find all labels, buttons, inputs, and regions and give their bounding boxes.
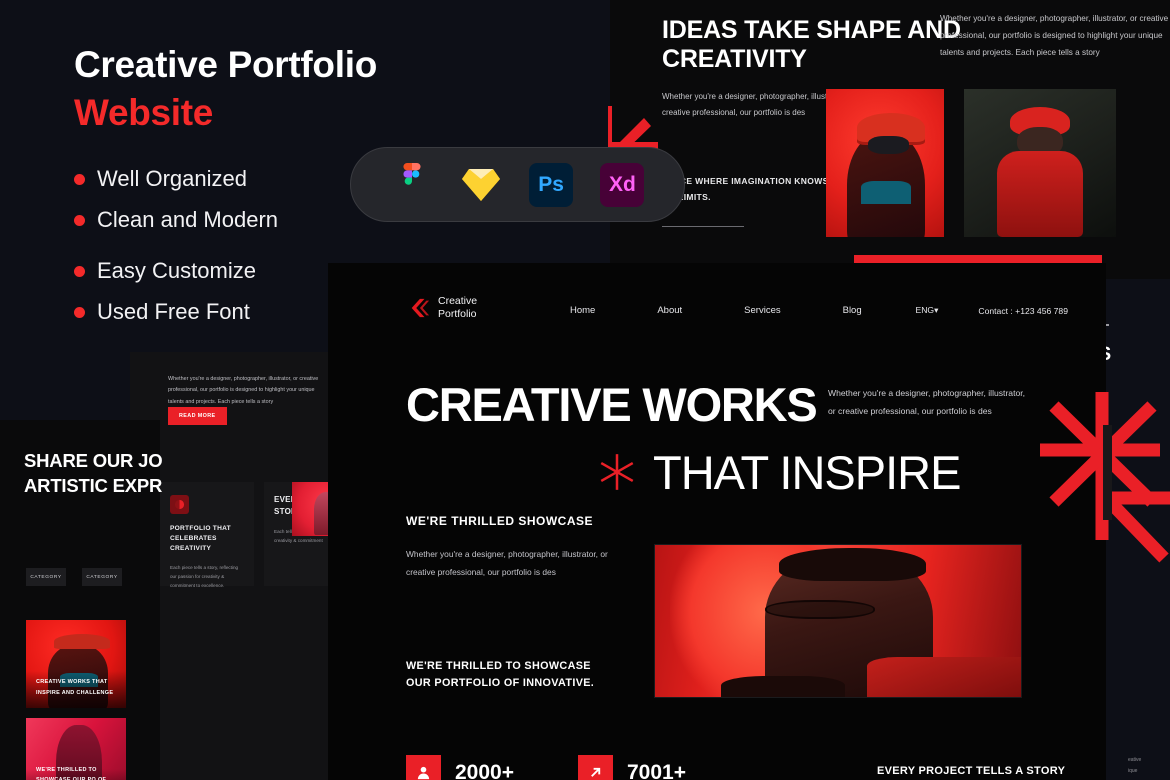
text-fragment-edge: eative ique (1128, 757, 1142, 774)
logo-mark-icon (411, 299, 430, 318)
logo-text: Creative Portfolio (438, 295, 477, 322)
adobe-xd-icon[interactable]: Xd (600, 162, 645, 207)
asterisk-icon (600, 454, 634, 490)
promo-title-line2: Website (74, 92, 214, 133)
portfolio-card[interactable]: WE'RE THRILLED TO SHOWCASE OUR PO OF INN… (26, 718, 126, 780)
nav-item-services[interactable]: Services (744, 305, 780, 316)
promo-feature-label: Easy Customize (97, 258, 256, 283)
panel-share-journey: SHARE OUR JO ARTISTIC EXPR CATEGORY CATEG… (0, 420, 163, 780)
bottom-caption: EVERY PROJECT TELLS A STORY (877, 765, 1066, 777)
section-label: WE'RE THRILLED SHOWCASE (406, 514, 594, 528)
bullet-icon (74, 214, 85, 226)
website-mockup: Creative Portfolio Home About Services B… (328, 263, 1106, 780)
panel-caps-text: SPACE WHERE IMAGINATION KNOWS NO LIMITS. (662, 176, 829, 202)
promo-feature-label: Clean and Modern (97, 207, 279, 232)
category-tag[interactable]: CATEGORY (26, 568, 66, 586)
panel-heading: SHARE OUR JO ARTISTIC EXPR (24, 449, 214, 498)
bullet-icon (74, 306, 85, 318)
stats-row: 2000+ 7001+ (406, 755, 750, 780)
stat-item: 2000+ (406, 755, 514, 780)
panel-ideas-take-shape: IDEAS TAKE SHAPE AND CREATIVITY Whether … (610, 0, 1170, 279)
hero-heading-line2: THAT INSPIRE (653, 446, 961, 499)
logo[interactable]: Creative Portfolio (408, 295, 477, 322)
hero-portrait-image (654, 544, 1022, 698)
list-item: Clean and Modern (74, 207, 374, 233)
nav-item-home[interactable]: Home (570, 305, 595, 316)
app-compatibility-pill: Ps Xd (350, 147, 685, 222)
promo-feature-label: Used Free Font (97, 299, 250, 324)
heading-line1: SHARE OUR JO (24, 450, 163, 471)
stat-item: 7001+ (577, 755, 686, 780)
user-icon (406, 755, 441, 780)
poster-canvas: Creative Portfolio Website Well Organize… (0, 0, 1170, 780)
figma-icon[interactable] (391, 162, 433, 206)
arrow-up-right-icon (577, 755, 613, 780)
bullet-icon (74, 173, 85, 185)
card-caption: CREATIVE WORKS THAT INSPIRE AND CHALLENG… (36, 679, 114, 696)
contact-text[interactable]: Contact : +123 456 789 (978, 306, 1068, 316)
hero-heading-line1: CREATIVE WORKS (406, 378, 818, 431)
divider (662, 226, 744, 227)
nav-item-blog[interactable]: Blog (843, 305, 862, 316)
photoshop-icon[interactable]: Ps (529, 162, 574, 207)
nav-item-about[interactable]: About (657, 305, 682, 316)
panel-paragraph: Whether you're a designer, photographer,… (940, 14, 1169, 57)
nav-right: ENG▾ Contact : +123 456 789 (915, 305, 1068, 316)
board-card-body: Each piece tells a story, reflecting our… (170, 564, 239, 589)
hero-paragraph: Whether you're a designer, photographer,… (828, 388, 1026, 416)
portrait-image-turban (964, 89, 1116, 237)
list-item: Well Organized (74, 166, 374, 192)
read-more-button[interactable]: READ MORE (168, 407, 227, 425)
portfolio-card[interactable]: CREATIVE WORKS THAT INSPIRE AND CHALLENG… (26, 620, 126, 708)
category-tag[interactable]: CATEGORY (82, 568, 122, 586)
sketch-icon[interactable] (460, 164, 502, 206)
section-caps-text: WE'RE THRILLED TO SHOWCASE OUR PORTFOLIO… (406, 660, 595, 689)
portrait-image-red-hat (826, 89, 944, 237)
logo-line2: Portfolio (438, 308, 477, 321)
heading-line2: ARTISTIC EXPR (24, 474, 163, 496)
card-caption: WE'RE THRILLED TO SHOWCASE OUR PO OF INN… (36, 766, 106, 780)
decor-block (1103, 425, 1112, 520)
logo-line1: Creative (438, 295, 478, 307)
promo-title-line1: Creative Portfolio (74, 44, 377, 85)
stat-value: 2000+ (455, 760, 514, 780)
section-paragraph: Whether you're a designer, photographer,… (406, 549, 608, 578)
board-card-title: PORTFOLIO THAT CELEBRATES CREATIVITY (170, 525, 231, 553)
promo-feature-label: Well Organized (97, 166, 247, 191)
navbar: Creative Portfolio Home About Services B… (328, 263, 1106, 345)
board-paragraph: Whether you're a designer, photographer,… (168, 376, 319, 405)
language-selector[interactable]: ENG▾ (915, 305, 938, 316)
bullet-icon (74, 265, 85, 277)
stat-value: 7001+ (626, 760, 686, 780)
